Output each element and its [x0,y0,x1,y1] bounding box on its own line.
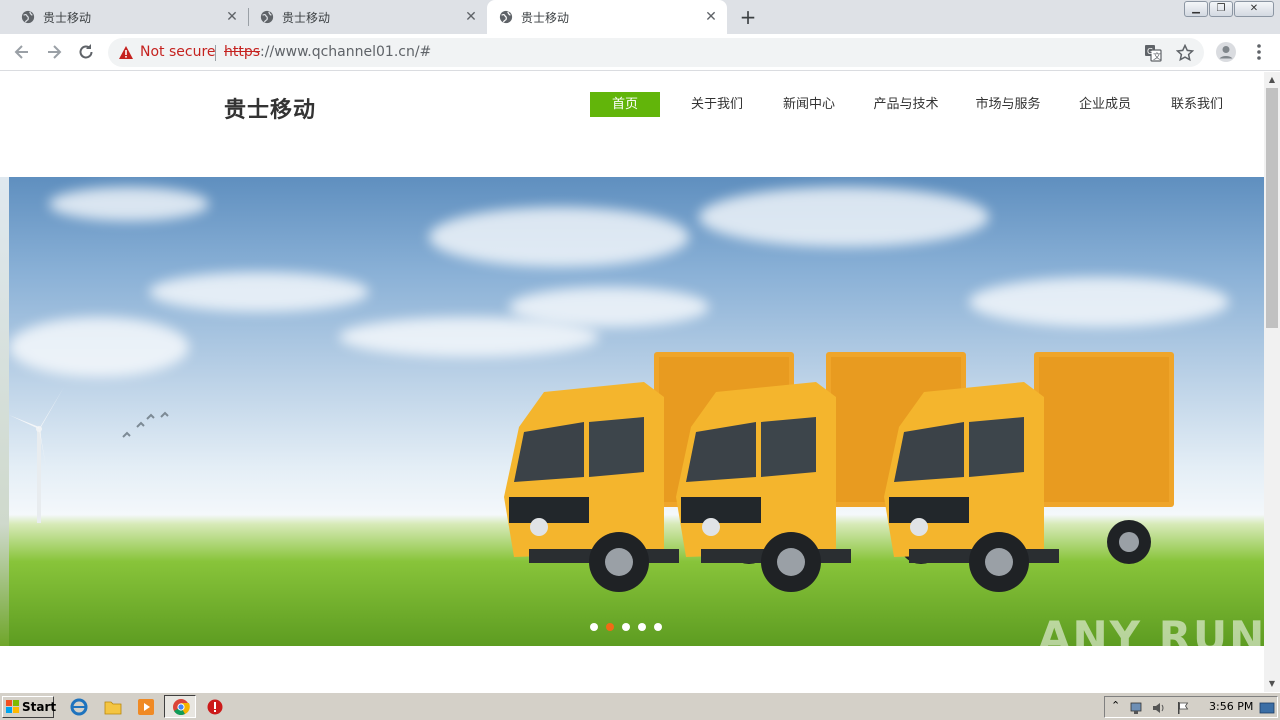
system-tray: ⌃ 3:56 PM [1104,696,1278,718]
nav-item-contact[interactable]: 联系我们 [1162,92,1232,117]
site-logo[interactable]: 贵士移动 [224,92,316,124]
hero-banner[interactable] [9,177,1264,646]
restore-button[interactable]: ❐ [1209,1,1233,17]
show-desktop-icon[interactable] [1259,700,1275,716]
folder-icon[interactable] [104,698,122,716]
slider-dot[interactable] [654,623,662,631]
plus-icon[interactable]: + [738,7,758,27]
tab-strip: 贵士移动 ✕ 贵士移动 ✕ 贵士移动 ✕ + ▁ ❐ ✕ [0,0,1280,34]
nav-item-about[interactable]: 关于我们 [682,92,752,117]
security-label[interactable]: Not secure [140,44,216,60]
address-bar[interactable]: Not secure https://www.qchannel01.cn/# G… [108,38,1204,67]
url-text[interactable]: https://www.qchannel01.cn/# [224,44,431,60]
start-label: Start [22,700,57,714]
window-close-button[interactable]: ✕ [1234,1,1274,17]
stop-icon[interactable] [206,698,224,716]
media-player-icon[interactable] [137,698,155,716]
taskbar: Start ⌃ 3:56 PM [0,692,1280,720]
network-icon[interactable] [1129,700,1145,716]
nav-item-home[interactable]: 首页 [590,92,660,117]
cloud [699,187,989,247]
nav-item-market[interactable]: 市场与服务 [968,92,1048,117]
chrome-icon [173,699,190,716]
cloud [969,277,1229,327]
page-scrollbar[interactable]: ▲ ▼ [1264,72,1280,692]
anyrun-watermark: ANY RUN [1038,612,1267,661]
omnibox-separator [215,45,216,61]
tab-title: 贵士移动 [521,10,570,25]
profile-icon[interactable] [1215,41,1237,63]
browser-tab-2[interactable]: 贵士移动 ✕ [239,0,487,34]
globe-icon [21,10,35,24]
globe-icon [499,10,513,24]
web-page: 贵士移动 首页 关于我们 新闻中心 产品与技术 市场与服务 企业成员 联系我们 [0,72,1264,692]
close-icon[interactable]: ✕ [224,9,240,25]
globe-icon [260,10,274,24]
close-icon[interactable]: ✕ [463,9,479,25]
close-icon[interactable]: ✕ [703,9,719,25]
nav-item-members[interactable]: 企业成员 [1070,92,1140,117]
reload-icon[interactable] [76,42,96,62]
cloud [149,272,369,312]
scroll-thumb[interactable] [1266,88,1278,328]
browser-tab-3[interactable]: 贵士移动 ✕ [487,0,727,34]
cloud [429,207,689,267]
slider-dot[interactable] [622,623,630,631]
warning-icon [119,46,133,59]
nav-item-products[interactable]: 产品与技术 [866,92,946,117]
browser-tab-1[interactable]: 贵士移动 ✕ [0,0,249,34]
taskbar-chrome-button[interactable] [164,695,196,718]
menu-icon[interactable] [1249,42,1269,62]
slider-dot[interactable] [638,623,646,631]
trucks-image [504,352,1174,592]
svg-text:文: 文 [1153,51,1161,61]
url-path: ://www.qchannel01.cn/# [260,44,432,60]
url-scheme: https [224,44,261,60]
cloud [49,187,209,221]
slider-dot[interactable] [590,623,598,631]
scroll-up-arrow[interactable]: ▲ [1264,72,1280,88]
browser-toolbar: Not secure https://www.qchannel01.cn/# G… [0,34,1280,71]
star-icon[interactable] [1176,44,1194,62]
slider-dot-current[interactable] [606,623,614,631]
windows-flag-icon [6,700,19,713]
birds-image [122,411,169,438]
forward-icon[interactable] [44,42,64,62]
back-icon[interactable] [12,42,32,62]
banner-edge [0,177,9,646]
volume-icon[interactable] [1151,700,1167,716]
nav-item-news[interactable]: 新闻中心 [774,92,844,117]
wind-turbine-image [9,387,64,523]
start-button[interactable]: Start [2,696,57,718]
minimize-button[interactable]: ▁ [1184,1,1208,17]
cloud [9,317,189,377]
action-center-flag-icon[interactable] [1175,700,1191,716]
tray-expand-icon[interactable]: ⌃ [1111,699,1120,712]
ie-icon[interactable] [70,698,88,716]
translate-icon[interactable]: G文 [1144,44,1162,62]
tab-title: 贵士移动 [43,10,92,25]
tab-title: 贵士移动 [282,10,331,25]
slider-dots [590,623,662,633]
taskbar-clock[interactable]: 3:56 PM [1209,700,1253,713]
scroll-down-arrow[interactable]: ▼ [1264,676,1280,692]
